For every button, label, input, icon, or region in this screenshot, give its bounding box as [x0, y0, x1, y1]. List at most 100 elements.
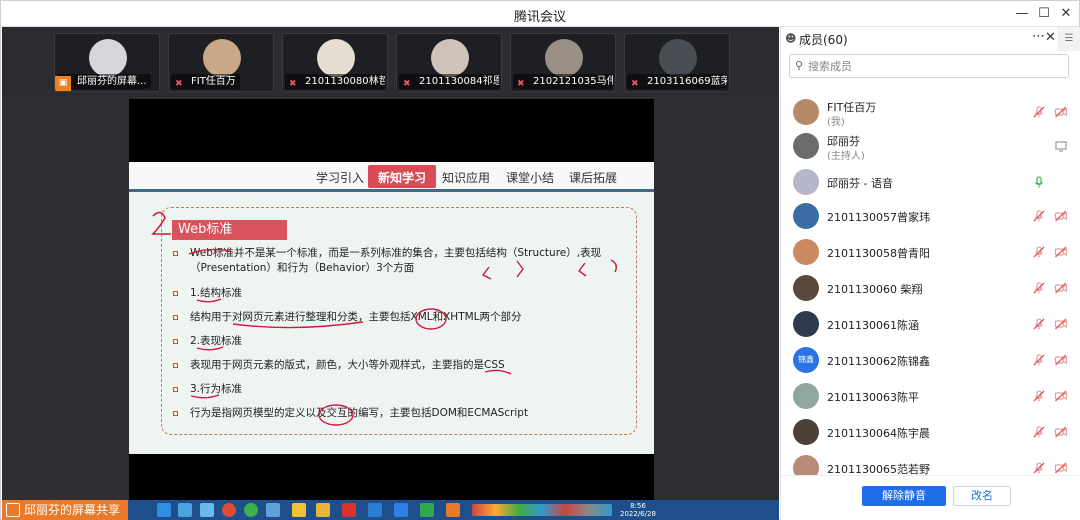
shared-screen: 学习引入 新知学习 知识应用 课堂小结 课后拓展 Web标准 Web标准并不是某…	[129, 99, 654, 500]
member-row[interactable]: 2101130064陈宇晨	[781, 415, 1080, 449]
taskbar: 邱丽芬的屏幕共享 8:56 2022/6/28	[2, 500, 779, 520]
taskbar-app-icon[interactable]	[178, 503, 192, 517]
avatar	[793, 99, 819, 125]
chrome-icon[interactable]	[222, 503, 236, 517]
mic-muted-icon[interactable]	[1032, 425, 1046, 439]
camera-off-icon[interactable]	[1054, 281, 1068, 295]
meeting-main-area: 邱丽芬的屏幕...▣FIT任百万✖2101130080林哲文✖210113008…	[2, 27, 779, 520]
camera-off-icon[interactable]	[1054, 389, 1068, 403]
member-role: (主持人)	[827, 151, 865, 162]
participant-avatar	[89, 39, 127, 77]
pen-stroke	[318, 404, 354, 426]
search-input[interactable]	[808, 58, 1063, 74]
participant-avatar	[317, 39, 355, 77]
member-row[interactable]: FIT任百万 (我)	[781, 95, 1080, 129]
panel-menu-icon[interactable]: ☰	[1057, 27, 1080, 51]
avatar	[793, 169, 819, 195]
camera-off-icon[interactable]	[1054, 245, 1068, 259]
member-row[interactable]: 2101130063陈平	[781, 379, 1080, 413]
member-role: (我)	[827, 117, 845, 128]
mic-muted-icon: ✖	[175, 79, 183, 89]
pen-stroke	[190, 346, 224, 399]
participant-label: 2101130080林哲文	[285, 74, 385, 89]
camera-off-icon[interactable]	[1054, 105, 1068, 119]
more-icon[interactable]: ⋯	[1032, 29, 1045, 44]
system-tray[interactable]	[472, 504, 612, 516]
camera-off-icon[interactable]	[1054, 353, 1068, 367]
taskbar-app-icon[interactable]	[200, 503, 214, 517]
folder-icon[interactable]	[292, 503, 306, 517]
taskbar-app-icon[interactable]	[244, 503, 258, 517]
camera-off-icon[interactable]	[1054, 209, 1068, 223]
user-icon: ☻	[785, 32, 797, 45]
mic-muted-icon[interactable]	[1032, 353, 1046, 367]
screen-share-icon: ▣	[55, 76, 71, 91]
mic-muted-icon[interactable]	[1032, 105, 1046, 119]
mic-muted-icon[interactable]	[1032, 317, 1046, 331]
participant-label: 2103116069蓝荣坤	[627, 74, 727, 89]
member-name: 2101130058曾青阳	[827, 247, 930, 260]
taskbar-app-icon[interactable]	[446, 503, 460, 517]
taskbar-app-icon[interactable]	[368, 503, 382, 517]
mic-on-icon[interactable]	[1032, 175, 1046, 189]
title-bar: 腾讯会议 — ☐ ✕	[1, 1, 1079, 27]
avatar: 锦鑫	[793, 347, 819, 373]
member-row[interactable]: 邱丽芬 - 语音	[781, 165, 1080, 199]
taskbar-app-icon[interactable]	[266, 503, 280, 517]
rename-button[interactable]: 改名	[953, 486, 1011, 506]
pen-stroke	[481, 259, 618, 280]
wps-icon[interactable]	[342, 503, 356, 517]
member-name: 2101130062陈锦鑫	[827, 355, 930, 368]
pen-stroke	[232, 321, 364, 329]
video-tile[interactable]: 2102121035马伟 ✖	[510, 33, 616, 92]
participant-avatar	[545, 39, 583, 77]
taskbar-app-icon[interactable]	[394, 503, 408, 517]
camera-off-icon[interactable]	[1054, 461, 1068, 475]
taskbar-app-icon[interactable]	[420, 503, 434, 517]
avatar	[793, 311, 819, 337]
member-row[interactable]: 锦鑫 2101130062陈锦鑫	[781, 343, 1080, 377]
member-row[interactable]: 2101130058曾青阳	[781, 235, 1080, 269]
avatar	[793, 133, 819, 159]
app-window: 腾讯会议 — ☐ ✕ 邱丽芬的屏幕...▣FIT任百万✖2101130080林哲…	[0, 0, 1080, 520]
pen-annotations	[151, 211, 618, 426]
close-icon[interactable]: ✕	[1057, 5, 1075, 23]
video-tile[interactable]: 2101130080林哲文✖	[282, 33, 388, 92]
video-tile[interactable]: FIT任百万 ✖	[168, 33, 274, 92]
minimize-icon[interactable]: —	[1013, 5, 1031, 23]
mic-muted-icon[interactable]	[1032, 281, 1046, 295]
participant-avatar	[203, 39, 241, 77]
video-tile[interactable]: 2103116069蓝荣坤✖	[624, 33, 730, 92]
close-panel-icon[interactable]: ✕	[1045, 30, 1056, 45]
mic-muted-icon[interactable]	[1032, 245, 1046, 259]
mic-muted-icon[interactable]	[1032, 461, 1046, 475]
folder-icon[interactable]	[316, 503, 330, 517]
panel-actions: 解除静音 改名	[781, 475, 1080, 519]
camera-off-icon[interactable]	[1054, 317, 1068, 331]
member-row[interactable]: 2101130057曾家玮	[781, 199, 1080, 233]
taskbar-clock: 8:56 2022/6/28	[620, 502, 656, 518]
unmute-all-button[interactable]: 解除静音	[862, 486, 946, 506]
video-tile[interactable]: 邱丽芬的屏幕... ▣	[54, 33, 160, 92]
video-tile[interactable]: 2101130084祁恩 ✖	[396, 33, 502, 92]
screen-share-stage: 学习引入 新知学习 知识应用 课堂小结 课后拓展 Web标准 Web标准并不是某…	[2, 97, 779, 500]
participant-avatar	[659, 39, 697, 77]
member-row[interactable]: 2101130060 柴翔	[781, 271, 1080, 305]
mic-muted-icon: ✖	[517, 79, 525, 89]
pen-stroke	[415, 308, 447, 330]
maximize-icon[interactable]: ☐	[1035, 5, 1053, 23]
screen-share-label[interactable]: 邱丽芬的屏幕共享	[2, 500, 129, 520]
member-row[interactable]: 邱丽芬 (主持人)	[781, 129, 1080, 163]
mic-muted-icon: ✖	[289, 79, 297, 89]
mic-muted-icon[interactable]	[1032, 209, 1046, 223]
camera-off-icon[interactable]	[1054, 425, 1068, 439]
member-row[interactable]: 2101130061陈涵	[781, 307, 1080, 341]
mic-muted-icon[interactable]	[1032, 389, 1046, 403]
pen-stroke	[188, 248, 234, 255]
member-name: 2101130057曾家玮	[827, 211, 930, 224]
browser-icon[interactable]	[157, 503, 171, 517]
members-title: 成员(60)	[799, 33, 848, 47]
screen-share-icon[interactable]	[1054, 139, 1068, 153]
member-name: 2101130061陈涵	[827, 319, 919, 332]
pen-stroke	[484, 369, 512, 375]
